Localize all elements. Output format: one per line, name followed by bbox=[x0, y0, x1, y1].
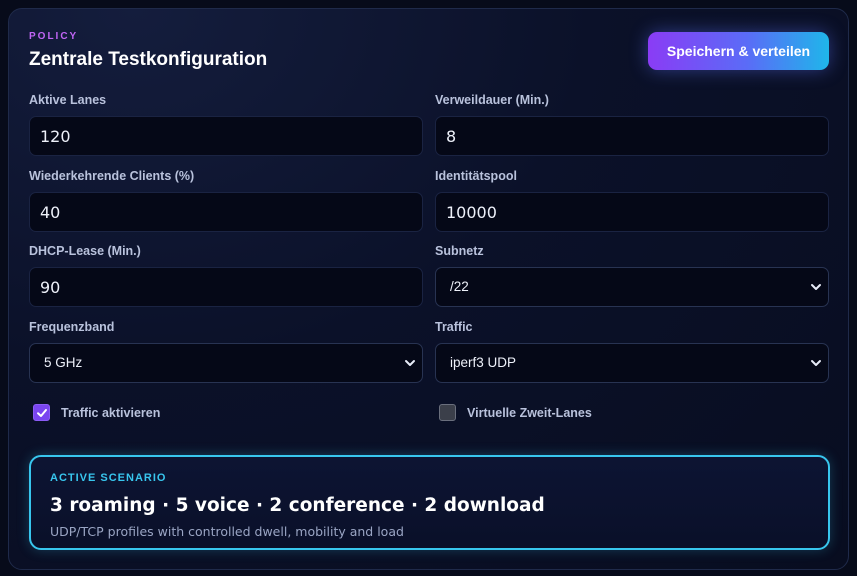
subnet-selected-value: /22 bbox=[450, 279, 469, 294]
section-eyebrow: POLICY bbox=[29, 31, 79, 42]
scenario-eyebrow: ACTIVE SCENARIO bbox=[50, 472, 167, 484]
active-lanes-input[interactable] bbox=[29, 116, 423, 156]
active-lanes-field: Aktive Lanes bbox=[29, 93, 423, 156]
subnet-field: Subnetz /22 bbox=[435, 244, 829, 307]
returning-clients-input[interactable] bbox=[29, 192, 423, 232]
traffic-field: Traffic iperf3 UDP bbox=[435, 320, 829, 383]
traffic-enabled-checkbox-row[interactable]: Traffic aktivieren bbox=[33, 404, 160, 421]
traffic-enabled-label: Traffic aktivieren bbox=[61, 405, 161, 420]
returning-clients-label: Wiederkehrende Clients (%) bbox=[29, 169, 195, 183]
chevron-down-icon bbox=[811, 360, 821, 366]
band-select[interactable]: 5 GHz bbox=[29, 343, 423, 383]
active-lanes-label: Aktive Lanes bbox=[29, 93, 107, 107]
dhcp-lease-label: DHCP-Lease (Min.) bbox=[29, 244, 141, 258]
chevron-down-icon bbox=[405, 360, 415, 366]
dwell-time-label: Verweildauer (Min.) bbox=[435, 93, 549, 107]
dwell-time-field: Verweildauer (Min.) bbox=[435, 93, 829, 156]
virtual-lanes-label: Virtuelle Zweit-Lanes bbox=[467, 405, 592, 420]
dwell-time-input[interactable] bbox=[435, 116, 829, 156]
identity-pool-input[interactable] bbox=[435, 192, 829, 232]
dhcp-lease-input[interactable] bbox=[29, 267, 423, 307]
identity-pool-label: Identitätspool bbox=[435, 169, 517, 183]
band-label: Frequenzband bbox=[29, 320, 115, 334]
traffic-selected-value: iperf3 UDP bbox=[450, 355, 517, 370]
identity-pool-field: Identitätspool bbox=[435, 169, 829, 232]
traffic-enabled-checkbox[interactable] bbox=[33, 404, 50, 421]
page-title: Zentrale Testkonfiguration bbox=[29, 49, 268, 70]
checkmark-icon bbox=[36, 408, 47, 417]
traffic-label: Traffic bbox=[435, 320, 473, 334]
save-and-distribute-button[interactable]: Speichern & verteilen bbox=[648, 32, 829, 70]
band-selected-value: 5 GHz bbox=[44, 355, 83, 370]
virtual-lanes-checkbox[interactable] bbox=[439, 404, 456, 421]
band-field: Frequenzband 5 GHz bbox=[29, 320, 423, 383]
virtual-lanes-checkbox-row[interactable]: Virtuelle Zweit-Lanes bbox=[439, 404, 592, 421]
scenario-title: 3 roaming · 5 voice · 2 conference · 2 d… bbox=[50, 495, 545, 516]
chevron-down-icon bbox=[811, 284, 821, 290]
scenario-subtitle: UDP/TCP profiles with controlled dwell, … bbox=[50, 524, 404, 539]
returning-clients-field: Wiederkehrende Clients (%) bbox=[29, 169, 423, 232]
subnet-label: Subnetz bbox=[435, 244, 484, 258]
dhcp-lease-field: DHCP-Lease (Min.) bbox=[29, 244, 423, 307]
active-scenario-card: ACTIVE SCENARIO 3 roaming · 5 voice · 2 … bbox=[29, 455, 830, 550]
traffic-select[interactable]: iperf3 UDP bbox=[435, 343, 829, 383]
subnet-select[interactable]: /22 bbox=[435, 267, 829, 307]
